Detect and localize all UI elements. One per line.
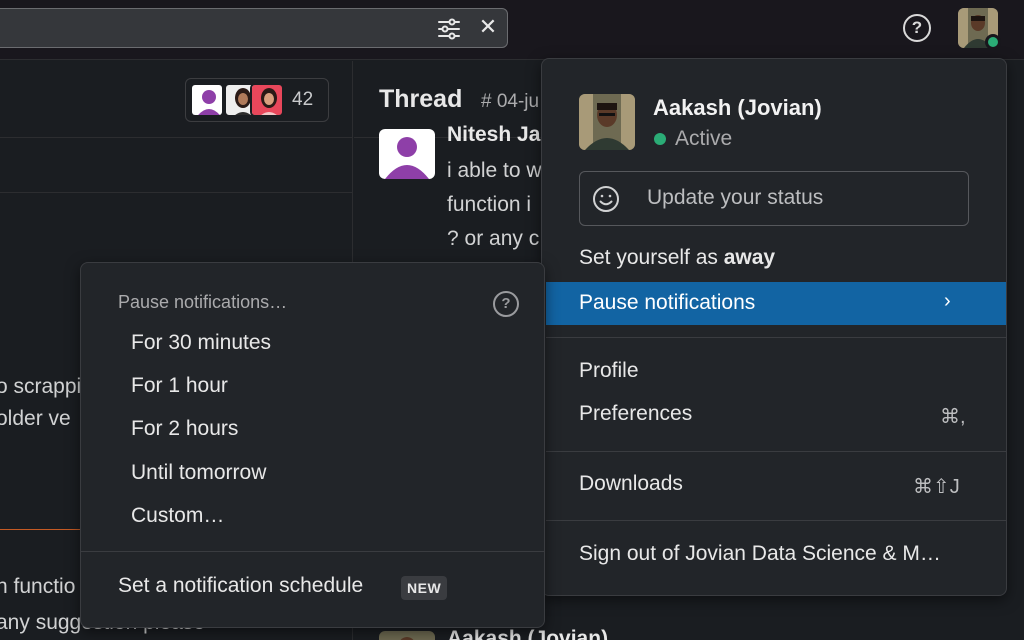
downloads-shortcut: ⌘⇧J [913, 476, 960, 498]
chevron-right-icon: › [944, 290, 951, 312]
sign-out-item[interactable]: Sign out of Jovian Data Science & M… [579, 542, 941, 566]
help-icon[interactable]: ? [903, 14, 931, 42]
downloads-item[interactable]: Downloads [579, 472, 683, 496]
divider [0, 137, 353, 138]
search-input[interactable] [0, 8, 508, 48]
message-text: o scrappi [0, 375, 82, 398]
message-text: n functio [0, 575, 76, 598]
pause-notifications-menu: Pause notifications… ? For 30 minutes Fo… [80, 262, 545, 628]
pause-option-until-tomorrow[interactable]: Until tomorrow [131, 461, 266, 485]
message-author[interactable]: Aakash (Jovian) [447, 627, 608, 640]
avatar [579, 94, 635, 150]
presence-status: Active [675, 127, 733, 150]
notification-schedule-item[interactable]: Set a notification schedule [118, 574, 363, 598]
message-text: i able to w [447, 159, 542, 182]
new-messages-divider [0, 529, 80, 530]
avatar[interactable] [379, 129, 435, 179]
user-name: Aakash (Jovian) [653, 95, 822, 120]
message-text: ? or any c [447, 227, 540, 250]
pause-option-30-minutes[interactable]: For 30 minutes [131, 331, 271, 355]
pause-notifications-item[interactable]: Pause notifications › [546, 282, 1006, 325]
smile-icon [592, 185, 620, 213]
update-status-button[interactable]: Update your status [579, 171, 969, 226]
presence-indicator [654, 133, 666, 145]
pause-option-custom[interactable]: Custom… [131, 504, 224, 528]
member-count: 42 [292, 89, 314, 110]
set-away-item[interactable]: Set yourself as away [579, 246, 775, 270]
profile-item[interactable]: Profile [579, 359, 639, 383]
member-avatar [190, 83, 224, 117]
divider [546, 451, 1006, 452]
divider [81, 551, 544, 552]
avatar[interactable] [379, 631, 435, 640]
set-away-label: Set yourself as [579, 246, 724, 269]
status-placeholder: Update your status [647, 186, 824, 209]
set-away-bold: away [723, 246, 776, 269]
message-text: function i [447, 193, 532, 216]
pause-option-2-hours[interactable]: For 2 hours [131, 417, 238, 441]
member-avatar [250, 83, 284, 117]
divider [546, 520, 1006, 521]
close-icon[interactable]: ✕ [478, 16, 498, 38]
thread-channel-link[interactable]: # 04-ju [481, 91, 539, 113]
new-badge: NEW [401, 576, 448, 600]
preferences-item[interactable]: Preferences [579, 402, 692, 426]
user-menu: Aakash (Jovian) Active Update your statu… [541, 58, 1007, 596]
pause-menu-header: Pause notifications… [118, 292, 288, 312]
top-bar: ✕ ? [0, 0, 1024, 60]
pause-notifications-label: Pause notifications [579, 291, 756, 314]
thread-title: Thread [379, 85, 463, 113]
divider [0, 192, 353, 193]
message-author[interactable]: Nitesh Ja [447, 123, 540, 147]
divider [546, 337, 1006, 338]
sliders-icon[interactable] [436, 16, 462, 42]
message-text: older ve [0, 407, 71, 430]
pause-option-1-hour[interactable]: For 1 hour [131, 374, 228, 398]
preferences-shortcut: ⌘, [940, 406, 966, 428]
members-button[interactable]: 42 [185, 78, 329, 122]
presence-indicator [985, 34, 1001, 50]
help-icon[interactable]: ? [493, 291, 519, 317]
